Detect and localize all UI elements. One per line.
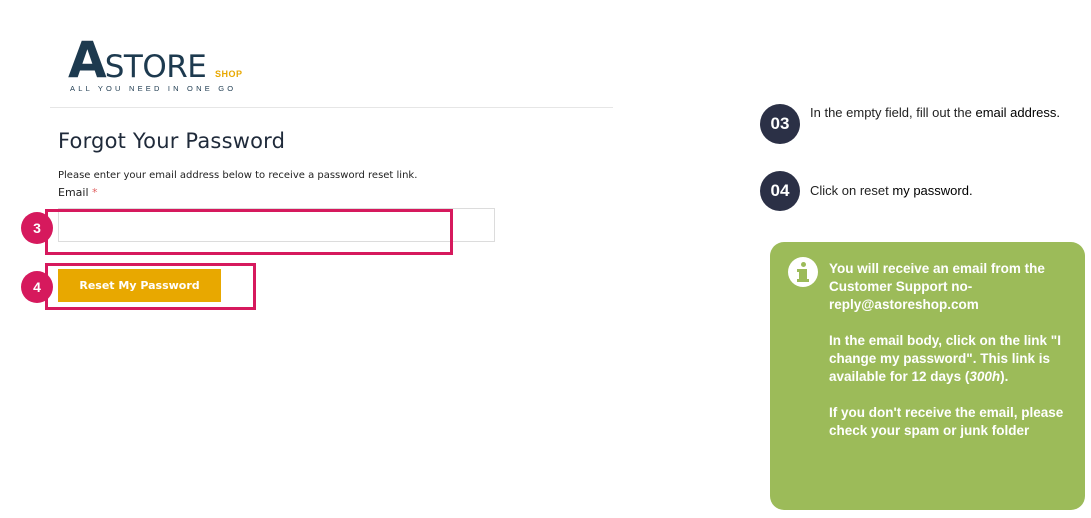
reset-button-highlight <box>45 263 256 310</box>
step-marker-4: 4 <box>21 271 53 303</box>
logo-shop: SHOP <box>215 69 243 79</box>
step-badge-04: 04 <box>760 171 800 211</box>
page-title: Forgot Your Password <box>58 129 286 153</box>
step-03-text: In the empty field, fill out the <box>810 105 976 120</box>
info-paragraph-spam: If you don't receive the email, please c… <box>829 405 1064 438</box>
email-field-highlight <box>45 209 453 255</box>
info-link-text: In the email body, click on the link "I … <box>829 333 1061 384</box>
info-paragraph-email: You will receive an email from the Custo… <box>829 261 1045 312</box>
info-link-end: ). <box>1000 369 1009 384</box>
step-text-03: In the empty field, fill out the email a… <box>810 104 1062 122</box>
step-marker-3: 3 <box>21 212 53 244</box>
email-label: Email * <box>58 186 98 199</box>
info-hours: 300h <box>969 369 1001 384</box>
header-divider <box>50 107 613 108</box>
info-icon <box>788 257 818 287</box>
info-paragraph-link: In the email body, click on the link "I … <box>829 332 1065 386</box>
logo-store: STORE <box>104 49 207 85</box>
step-04-text: Click on reset <box>810 183 893 198</box>
required-mark: * <box>92 186 98 199</box>
logo-letter-a: A <box>68 31 107 89</box>
logo-tagline: ALL YOU NEED IN ONE GO <box>70 84 237 93</box>
step-text-04: Click on reset my password. <box>810 182 1062 200</box>
info-box: You will receive an email from the Custo… <box>770 242 1085 510</box>
step-badge-03: 03 <box>760 104 800 144</box>
email-label-text: Email <box>58 186 89 199</box>
astore-logo: ASTORE SHOP ALL YOU NEED IN ONE GO <box>68 34 248 98</box>
step-04-emphasis: my password. <box>892 183 973 198</box>
instructions-text: Please enter your email address below to… <box>58 170 418 181</box>
step-03-emphasis: email address. <box>975 105 1061 120</box>
